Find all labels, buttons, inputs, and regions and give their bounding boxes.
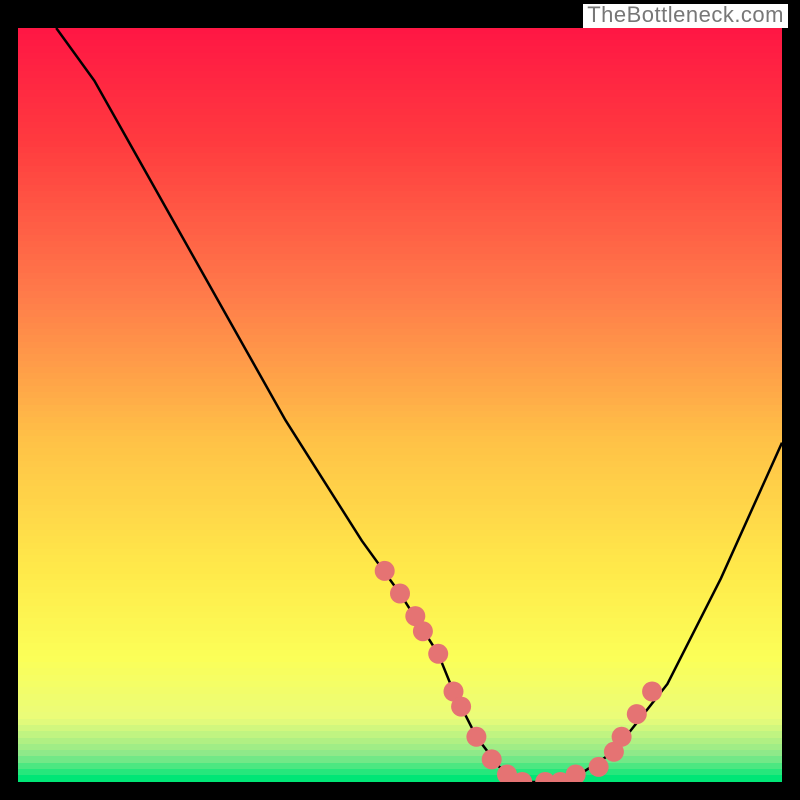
highlight-dot [642, 682, 662, 702]
highlight-dot [413, 621, 433, 641]
highlight-dot [589, 757, 609, 777]
highlight-dot [612, 727, 632, 747]
highlight-dot [428, 644, 448, 664]
chart-container: TheBottleneck.com [0, 0, 800, 800]
highlight-dot [482, 749, 502, 769]
highlight-dot [390, 584, 410, 604]
highlight-dot [466, 727, 486, 747]
bottleneck-curve [56, 28, 782, 782]
highlight-dot [566, 765, 586, 783]
curve-layer [18, 28, 782, 782]
highlight-dot [451, 697, 471, 717]
watermark-label: TheBottleneck.com [583, 4, 788, 28]
plot-area [18, 28, 782, 782]
highlight-dot [375, 561, 395, 581]
highlight-dot [627, 704, 647, 724]
